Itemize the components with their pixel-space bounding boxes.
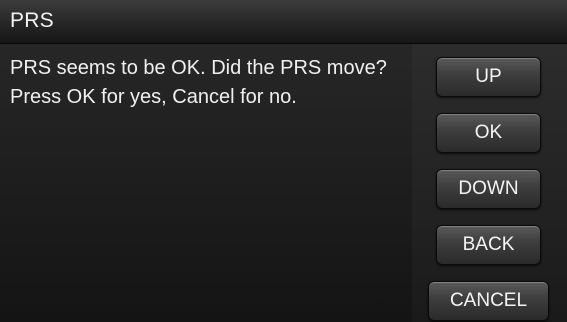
prs-dialog-screen: PRS PRS seems to be OK. Did the PRS move… xyxy=(0,0,567,322)
back-button[interactable]: BACK xyxy=(436,225,541,265)
cancel-button[interactable]: CANCEL xyxy=(428,281,549,321)
ok-button[interactable]: OK xyxy=(436,113,541,153)
down-button[interactable]: DOWN xyxy=(436,169,541,209)
title-bar: PRS xyxy=(0,0,567,44)
dialog-message: PRS seems to be OK. Did the PRS move? Pr… xyxy=(10,57,387,108)
dialog-title: PRS xyxy=(10,9,54,32)
up-button[interactable]: UP xyxy=(436,57,541,97)
